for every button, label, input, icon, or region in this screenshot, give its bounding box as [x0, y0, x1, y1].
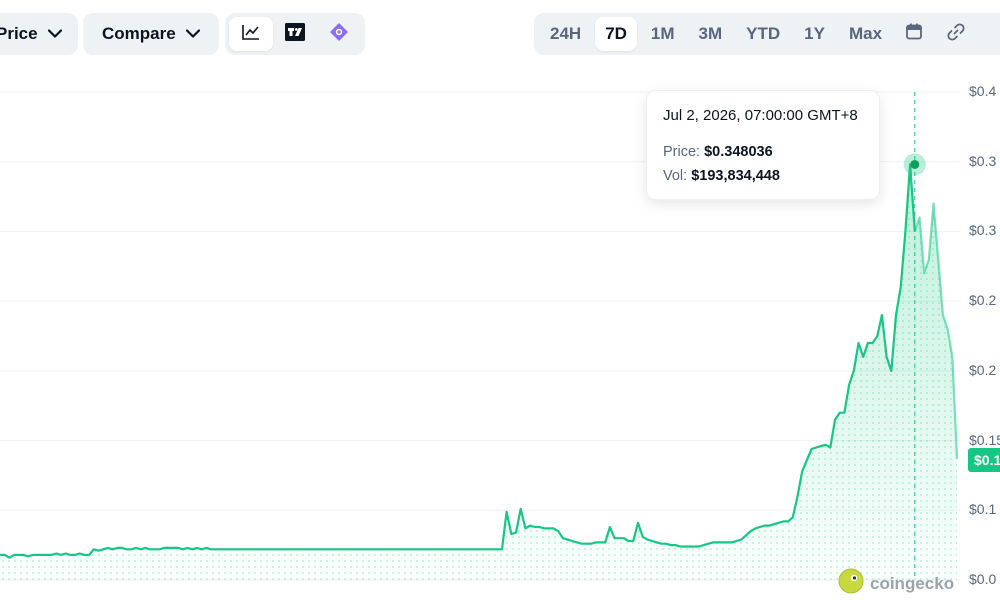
tooltip-price-label: Price: [663, 144, 701, 160]
coingecko-watermark: coingecko [838, 568, 954, 599]
hover-point [910, 159, 920, 169]
price-line [0, 163, 916, 559]
y-tick-label: $0.2 [969, 292, 997, 309]
y-tick-label: $0.0 [969, 571, 997, 587]
y-tick-label: $0.3 [969, 152, 997, 169]
y-tick-label: $0.2 [969, 361, 997, 378]
price-tooltip: Jul 2, 2026, 07:00:00 GMT+8 Price: $0.34… [646, 90, 880, 200]
coingecko-wordmark: coingecko [870, 573, 955, 593]
tooltip-vol-row: Vol: $193,834,448 [663, 164, 863, 188]
y-tick-label: $0.1 [969, 501, 997, 518]
y-tick-label: $0.3 [969, 222, 997, 239]
coingecko-logo-icon [838, 568, 864, 599]
y-tick-label: $0.15 [969, 431, 1000, 448]
tooltip-price-row: Price: $0.348036 [663, 140, 863, 164]
tooltip-vol-label: Vol: [663, 168, 688, 184]
tooltip-price-value: $0.348036 [704, 144, 773, 160]
y-tick-label: $0.4 [969, 83, 997, 99]
tooltip-vol-value: $193,834,448 [691, 168, 780, 184]
price-area-dots [0, 164, 957, 580]
tooltip-date: Jul 2, 2026, 07:00:00 GMT+8 [663, 107, 858, 124]
current-price-tag: $0.1 [968, 448, 1000, 472]
